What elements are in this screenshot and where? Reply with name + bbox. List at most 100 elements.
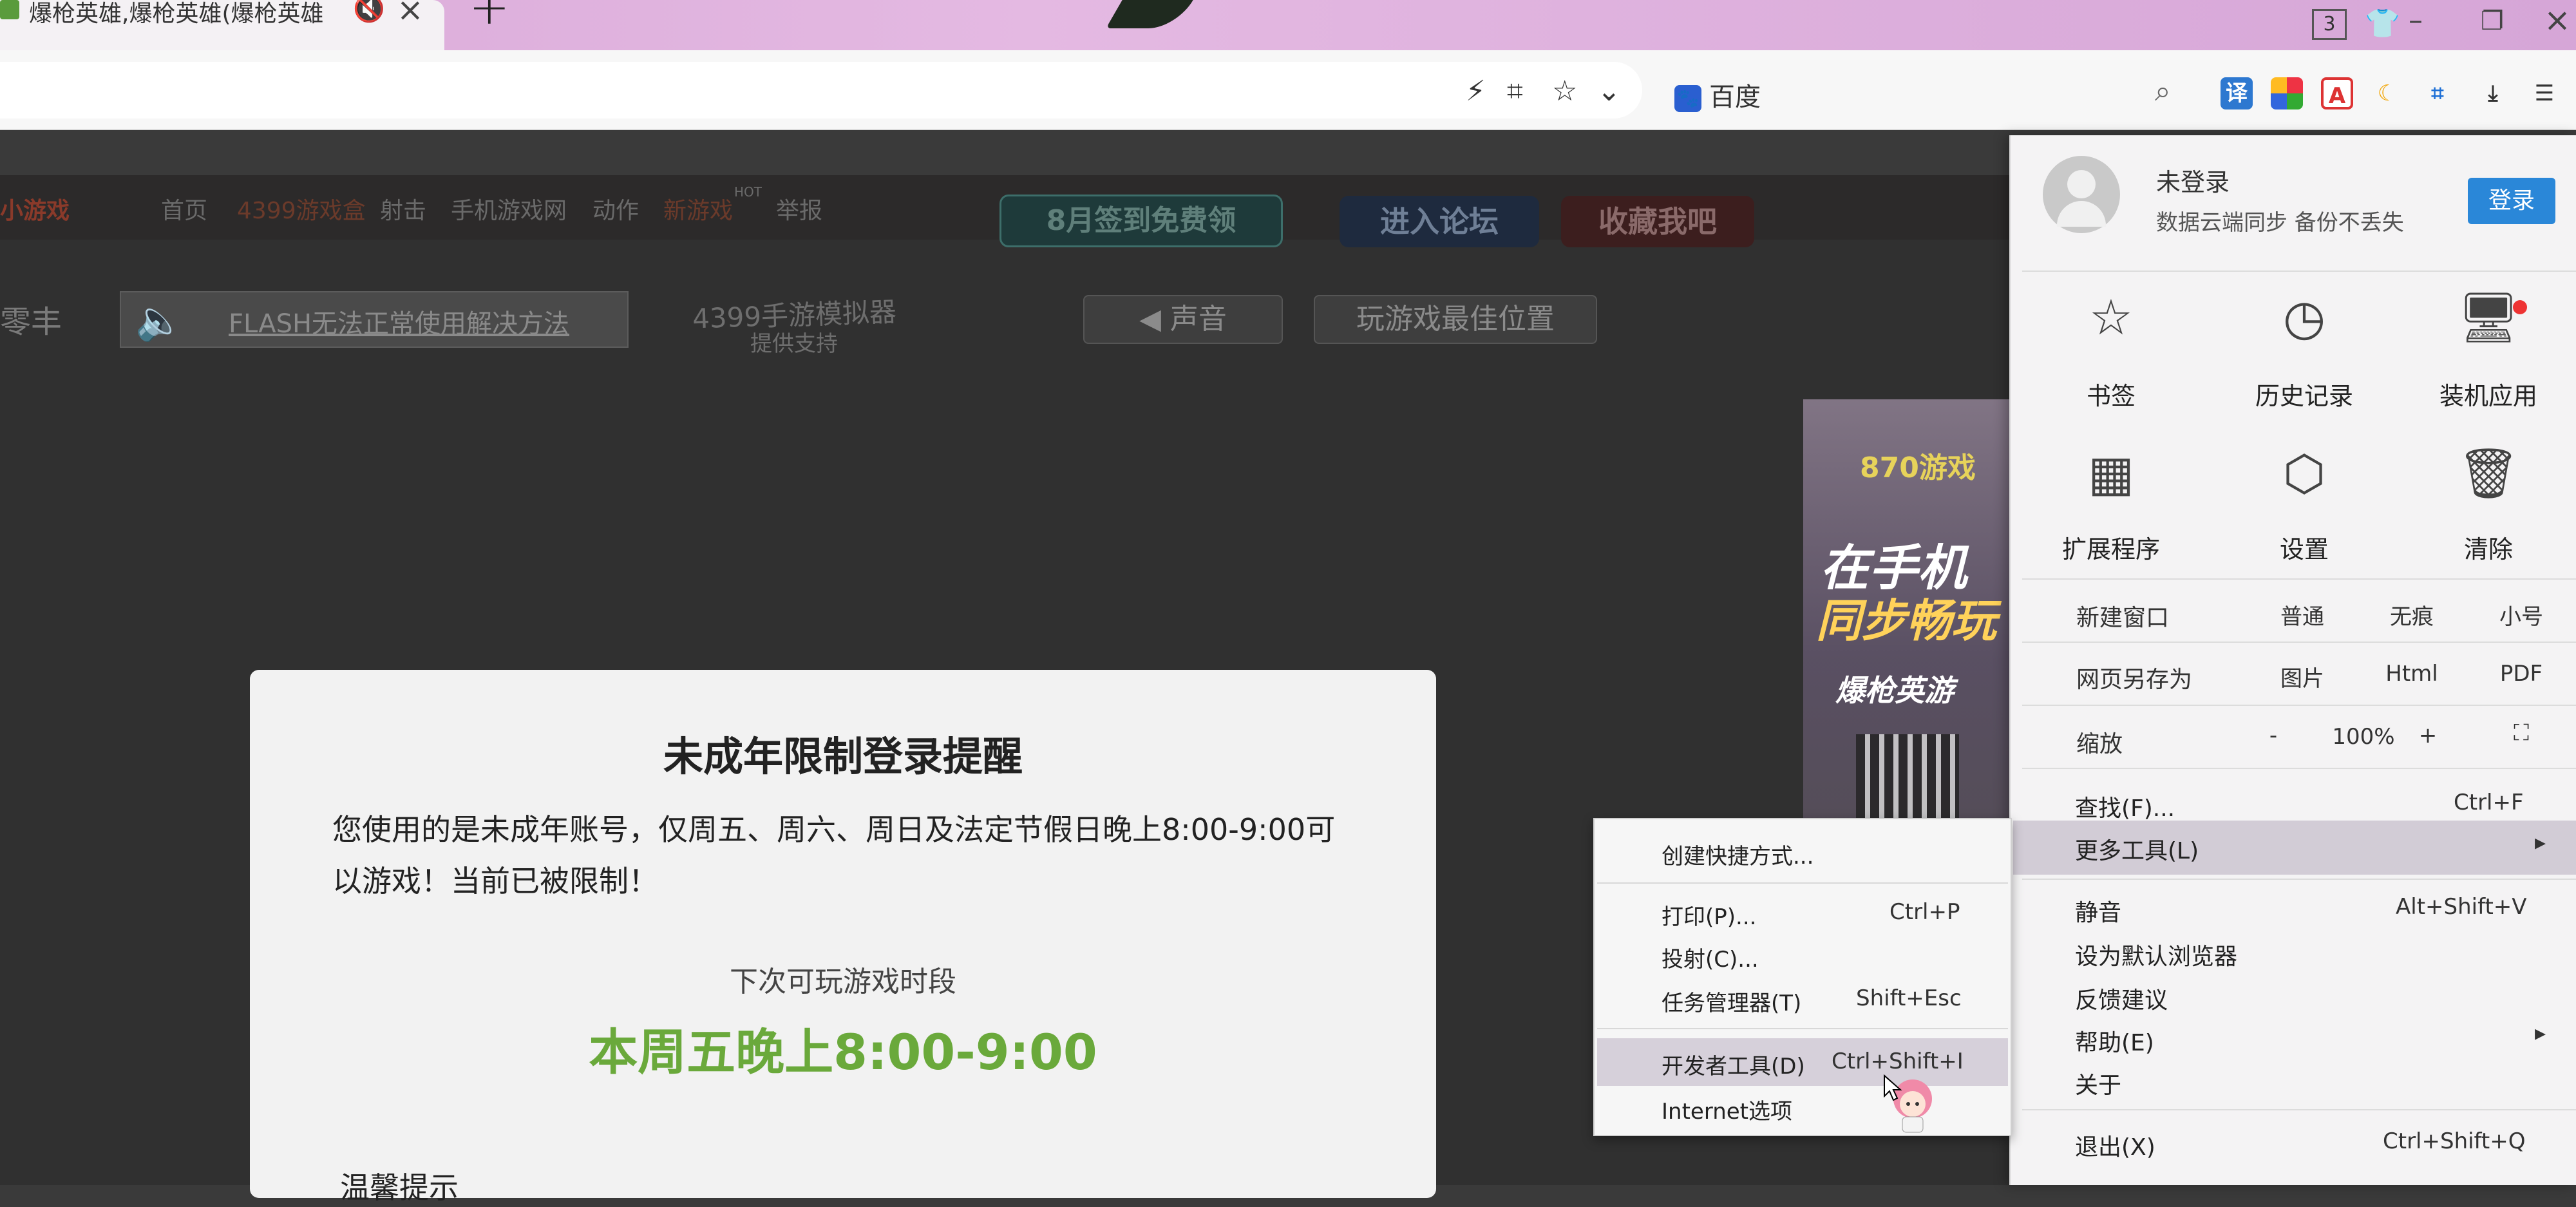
tab-close-button[interactable]: × — [397, 0, 424, 28]
find-item[interactable]: 查找(F)... — [2075, 790, 2175, 823]
signin-pill[interactable]: 8月签到免费领 — [999, 195, 1283, 247]
nav-gamebox[interactable]: 4399游戏盒 — [237, 192, 366, 225]
sound-button-label: 声音 — [1170, 303, 1227, 336]
grid-icon[interactable]: ▦ — [2066, 444, 2156, 502]
sound-icon: ◀ — [1139, 303, 1170, 336]
nav-action[interactable]: 动作 — [592, 192, 639, 225]
install-apps-item[interactable]: 装机应用 — [2411, 376, 2566, 412]
exit-item[interactable]: 退出(X) — [2075, 1128, 2155, 1162]
save-as-image[interactable]: 图片 — [2248, 661, 2357, 692]
settings-item[interactable]: 设置 — [2227, 529, 2382, 565]
nav-home[interactable]: 首页 — [161, 192, 207, 225]
task-manager-item[interactable]: 任务管理器(T) — [1662, 985, 1801, 1017]
new-window-normal[interactable]: 普通 — [2248, 599, 2357, 631]
clock-icon[interactable]: ◷ — [2259, 289, 2349, 346]
nav-new[interactable]: 新游戏 — [663, 192, 733, 225]
default-browser-item[interactable]: 设为默认浏览器 — [2075, 938, 2237, 971]
crop-icon[interactable]: ⌗ — [2421, 77, 2454, 109]
save-as-pdf[interactable]: PDF — [2467, 661, 2576, 687]
speaker-mute-icon[interactable]: 🔇 — [353, 0, 385, 24]
login-button[interactable]: 登录 — [2468, 178, 2555, 224]
exit-shortcut: Ctrl+Shift+Q — [2383, 1128, 2526, 1154]
help-item[interactable]: 帮助(E) — [2075, 1024, 2154, 1058]
baidu-logo-icon: 🐾 — [1674, 85, 1701, 112]
find-shortcut: Ctrl+F — [2454, 790, 2524, 815]
history-item[interactable]: 历史记录 — [2227, 376, 2382, 412]
divider — [2022, 642, 2576, 643]
search-engine-selector[interactable]: 🐾 百度 — [1674, 76, 1761, 113]
print-shortcut: Ctrl+P — [1889, 899, 1960, 925]
flash-help-link[interactable]: FLASH无法正常使用解决方法 — [229, 303, 569, 340]
tab-count-badge[interactable]: 3 — [2312, 9, 2347, 40]
shirt-icon[interactable]: 👕 — [2365, 6, 2400, 40]
new-window-label: 新建窗口 — [2076, 605, 2170, 631]
divider — [1597, 1028, 2008, 1029]
tab-title[interactable]: 爆枪英雄,爆枪英雄(爆枪英雄 — [29, 0, 324, 28]
zoom-label: 缩放 — [2076, 731, 2123, 757]
print-item[interactable]: 打印(P)... — [1662, 899, 1756, 931]
divider — [2022, 879, 2576, 880]
new-tab-button[interactable]: + — [469, 0, 510, 35]
nav-shooting[interactable]: 射击 — [380, 192, 426, 225]
star-icon[interactable]: ☆ — [2066, 289, 2156, 346]
fullscreen-icon[interactable]: ⛶ — [2467, 720, 2576, 746]
monitor-icon[interactable]: 🖥 — [2443, 289, 2533, 347]
mute-item[interactable]: 静音 — [2075, 894, 2121, 927]
ad-line2: 同步畅玩 — [1816, 594, 1996, 647]
address-bar[interactable] — [0, 62, 1642, 119]
window-close-button[interactable]: × — [2544, 1, 2571, 39]
clear-item[interactable]: 清除 — [2411, 529, 2566, 565]
menu-icon[interactable]: ☰ — [2528, 77, 2561, 109]
nav-mobile[interactable]: 手机游戏网 — [451, 192, 567, 225]
user-sync-hint: 数据云端同步 备份不丢失 — [2156, 210, 2404, 236]
screenshot-icon[interactable]: ⌗ — [1507, 75, 1523, 108]
chevron-right-icon: ▸ — [2535, 1020, 2546, 1046]
divider — [2022, 271, 2576, 272]
minimize-button[interactable]: – — [2409, 4, 2423, 37]
devtools-item[interactable]: 开发者工具(D) — [1662, 1049, 1805, 1080]
more-tools-item[interactable]: 更多工具(L) — [2075, 832, 2199, 866]
restore-button[interactable]: ❐ — [2481, 6, 2504, 36]
divider — [1597, 882, 2008, 884]
new-window-alt[interactable]: 小号 — [2467, 599, 2576, 631]
extensions-item[interactable]: 扩展程序 — [2034, 529, 2188, 565]
trash-icon[interactable]: 🗑 — [2443, 444, 2533, 502]
internet-options-item[interactable]: Internet选项 — [1662, 1094, 1792, 1125]
ad-game-name: 爆枪英游 — [1835, 673, 1954, 708]
translate-extension-icon[interactable]: 译 — [2221, 77, 2253, 109]
forum-pill[interactable]: 进入论坛 — [1340, 196, 1539, 247]
sound-button[interactable]: ◀ 声音 — [1083, 295, 1283, 344]
download-icon[interactable]: ⤓ — [2477, 77, 2509, 109]
cast-item[interactable]: 投射(C)... — [1662, 942, 1759, 973]
save-as-label: 网页另存为 — [2076, 667, 2193, 693]
tab-favicon-icon — [0, 0, 19, 19]
lightning-icon[interactable]: ⚡ — [1466, 75, 1486, 108]
apps-extension-icon[interactable] — [2271, 77, 2303, 109]
about-item[interactable]: 关于 — [2075, 1067, 2121, 1100]
left-cut-text: 零丰 — [0, 304, 62, 340]
save-as-html[interactable]: Html — [2357, 661, 2467, 687]
search-icon[interactable]: ⌕ — [2155, 75, 2171, 108]
divider — [2022, 578, 2576, 580]
bookmarks-item[interactable]: 书签 — [2034, 376, 2188, 412]
site-logo[interactable]: 小游戏 — [0, 192, 70, 225]
zoom-in-button[interactable]: + — [2376, 723, 2479, 748]
moon-extension-icon[interactable]: ☾ — [2371, 77, 2403, 109]
chevron-down-icon[interactable]: ⌄ — [1597, 75, 1621, 108]
avatar[interactable] — [2043, 156, 2120, 233]
feedback-item[interactable]: 反馈建议 — [2075, 982, 2168, 1015]
nav-report[interactable]: 举报 — [776, 192, 822, 225]
gear-icon[interactable]: ⬡ — [2259, 444, 2349, 502]
new-window-incognito[interactable]: 无痕 — [2357, 599, 2467, 631]
search-engine-label: 百度 — [1709, 82, 1761, 112]
nav-hot-badge: HOT — [734, 184, 762, 200]
star-icon[interactable]: ☆ — [1552, 75, 1577, 108]
cursor-character-icon — [1884, 1074, 1932, 1133]
create-shortcut-item[interactable]: 创建快捷方式... — [1662, 839, 1814, 870]
next-play-label: 下次可玩游戏时段 — [730, 965, 956, 998]
speaker-icon: 🔈 — [135, 298, 184, 343]
pdf-extension-icon[interactable]: A — [2321, 77, 2353, 109]
dialog-title: 未成年限制登录提醒 — [663, 733, 1023, 780]
best-position-button[interactable]: 玩游戏最佳位置 — [1314, 295, 1597, 344]
favorite-pill[interactable]: 收藏我吧 — [1561, 196, 1754, 247]
